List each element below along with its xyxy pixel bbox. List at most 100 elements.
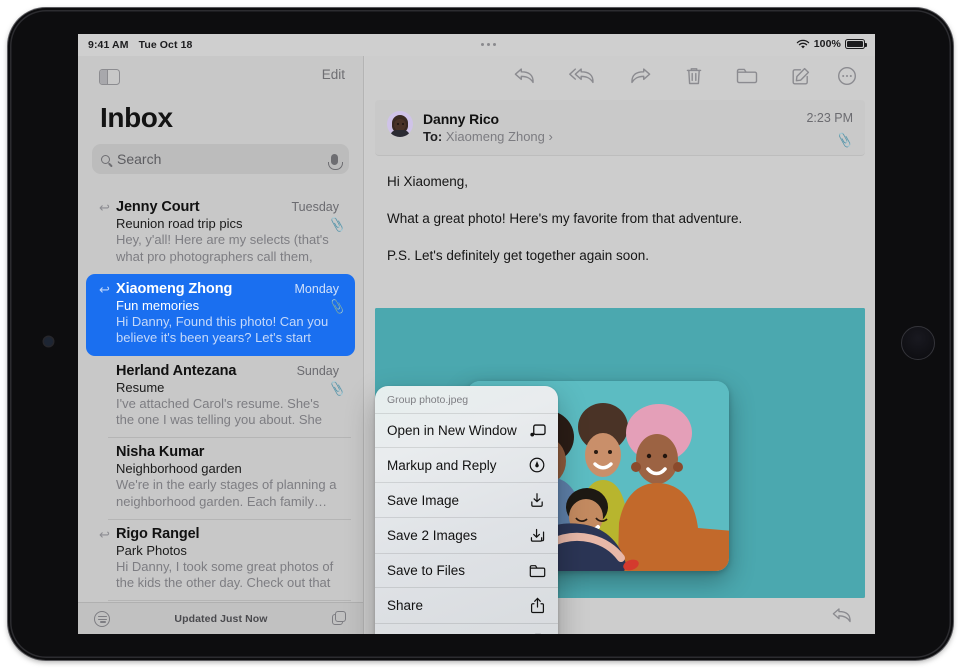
open-in-new-window-icon bbox=[528, 423, 546, 438]
edit-button[interactable]: Edit bbox=[322, 67, 345, 82]
replied-arrow-icon: ↩ bbox=[99, 281, 110, 297]
message-subject: Fun memories bbox=[116, 297, 200, 313]
context-menu-item-label: Save 2 Images bbox=[387, 528, 478, 543]
message-item-top-line: Jenny Court Tuesday bbox=[116, 199, 339, 215]
body-paragraph: What a great photo! Here's my favorite f… bbox=[387, 210, 743, 226]
message-toolbar-right bbox=[791, 56, 857, 100]
markup-pen-icon bbox=[528, 457, 546, 473]
wifi-icon bbox=[796, 39, 809, 48]
status-date: Tue Oct 18 bbox=[138, 39, 193, 51]
status-bar-left: 9:41 AM Tue Oct 18 bbox=[88, 39, 192, 51]
message-preview: Hey, y'all! Here are my selects (that's … bbox=[116, 232, 329, 266]
message-sender: Nisha Kumar bbox=[116, 444, 205, 461]
forward-arrow-icon[interactable] bbox=[629, 67, 652, 90]
to-label: To: bbox=[423, 128, 443, 144]
replied-arrow-icon: ↩ bbox=[99, 200, 110, 215]
body-paragraph: P.S. Let's definitely get together again… bbox=[387, 247, 650, 263]
replied-arrow-icon: ↩ bbox=[99, 526, 110, 542]
message-list-item[interactable]: Nisha Kumar Neighborhood garden We're in t… bbox=[86, 437, 355, 518]
trash-icon[interactable] bbox=[685, 66, 703, 91]
mailbox-update-status: Updated Just Now bbox=[174, 612, 268, 625]
reply-all-arrow-icon[interactable] bbox=[569, 67, 596, 90]
context-menu-items[interactable]: Open in New Window Markup and Reply Save I… bbox=[375, 414, 558, 634]
context-menu-item-label: Save Image bbox=[387, 492, 460, 508]
search-icon bbox=[101, 154, 110, 164]
message-preview: We're in the early stages of planning a … bbox=[116, 477, 337, 510]
message-header[interactable]: Danny Rico To: Xiaomeng Zhong › 2:23 PM … bbox=[375, 100, 865, 156]
sidebar-bottom-bar: Updated Just Now bbox=[78, 602, 363, 634]
message-item-top-line: Xiaomeng Zhong Monday bbox=[116, 281, 339, 297]
ipad-screen: 9:41 AM Tue Oct 18 100% Edit Inbox Searc… bbox=[78, 34, 875, 634]
filter-icon[interactable] bbox=[94, 610, 110, 627]
context-menu-item-markup-and-reply[interactable]: Markup and Reply bbox=[375, 448, 558, 483]
status-time: 9:41 AM bbox=[88, 39, 129, 51]
attachment-context-menu[interactable]: Group photo.jpeg Open in New Window Marku… bbox=[375, 386, 558, 634]
paperclip-icon: 📎 bbox=[836, 131, 854, 149]
search-container bbox=[78, 144, 363, 184]
message-sender: Jenny Court bbox=[116, 199, 200, 215]
sidebar-top-bar: Edit bbox=[78, 56, 363, 100]
ipad-device-frame: 9:41 AM Tue Oct 18 100% Edit Inbox Searc… bbox=[8, 8, 953, 660]
message-preview: Hi Danny, I took some great photos of th… bbox=[116, 558, 334, 593]
message-list-item[interactable]: ↩ Rigo Rangel Park Photos Hi Danny, I took … bbox=[86, 518, 355, 601]
reply-arrow-icon[interactable] bbox=[513, 67, 536, 90]
battery-full-icon bbox=[845, 39, 867, 49]
paperclip-icon: 📎 bbox=[328, 216, 347, 234]
context-menu-title: Group photo.jpeg bbox=[375, 386, 558, 414]
message-subject: Park Photos bbox=[116, 542, 187, 558]
paperclip-icon: 📎 bbox=[328, 298, 347, 316]
message-subject: Neighborhood garden bbox=[116, 461, 242, 477]
search-field[interactable] bbox=[92, 144, 349, 174]
folder-icon bbox=[528, 564, 546, 578]
save-image-icon bbox=[528, 492, 546, 508]
context-menu-item-label: Markup and Reply bbox=[387, 457, 497, 473]
folder-icon[interactable] bbox=[736, 67, 758, 90]
body-paragraph: Hi Xiaomeng, bbox=[387, 174, 469, 189]
message-header-text: Danny Rico To: Xiaomeng Zhong › bbox=[423, 111, 806, 144]
message-subject: Resume bbox=[116, 379, 165, 395]
chevron-right-icon[interactable]: › bbox=[549, 129, 553, 144]
page-title: Inbox bbox=[100, 102, 173, 133]
message-toolbar-actions bbox=[513, 56, 758, 100]
message-time: 2:23 PM bbox=[806, 111, 853, 125]
context-menu-item-save-2-images[interactable]: Save 2 Images bbox=[375, 518, 558, 554]
mailbox-sidebar: Edit Inbox ↩ 📎 Jenny Court Tuesday Reunion r… bbox=[78, 56, 364, 634]
message-sender: Danny Rico bbox=[423, 111, 500, 127]
sidebar-toggle-icon[interactable] bbox=[99, 69, 120, 85]
battery-percentage: 100% bbox=[813, 38, 841, 50]
context-menu-item-save-image[interactable]: Save Image bbox=[375, 483, 558, 518]
search-input[interactable] bbox=[117, 151, 331, 167]
message-list-item[interactable]: ↩ 📎 Xiaomeng Zhong Monday Fun memories Hi Dan… bbox=[86, 273, 355, 356]
microphone-icon[interactable] bbox=[327, 153, 343, 170]
new-window-icon[interactable] bbox=[331, 611, 347, 626]
context-menu-item-open-in-new-window[interactable]: Open in New Window bbox=[375, 414, 558, 448]
share-icon bbox=[528, 597, 546, 614]
multitasking-dots-icon[interactable] bbox=[481, 43, 496, 46]
context-menu-item-share[interactable]: Share bbox=[375, 588, 558, 624]
message-list[interactable]: ↩ 📎 Jenny Court Tuesday Reunion road trip pi… bbox=[78, 192, 363, 602]
paperclip-icon: 📎 bbox=[328, 380, 347, 397]
context-menu-item-copy[interactable]: Copy bbox=[375, 624, 558, 634]
message-subject: Reunion road trip pics bbox=[116, 216, 243, 231]
message-recipient-line[interactable]: To: Xiaomeng Zhong › bbox=[423, 129, 806, 144]
message-sender: Herland Antezana bbox=[116, 362, 237, 379]
message-item-top-line: Rigo Rangel bbox=[116, 526, 339, 542]
message-body: Hi Xiaomeng, What a great photo! Here's … bbox=[365, 156, 875, 265]
message-list-item[interactable]: 📎 Herland Antezana Sunday Resume I've attach… bbox=[86, 356, 355, 438]
ellipsis-circle-icon[interactable] bbox=[837, 66, 857, 91]
front-camera-icon bbox=[44, 337, 53, 346]
message-date: Sunday bbox=[296, 363, 339, 378]
compose-pencil-icon[interactable] bbox=[791, 66, 811, 91]
context-menu-item-label: Save to Files bbox=[387, 563, 466, 578]
status-bar-right: 100% bbox=[796, 38, 867, 50]
message-header-meta: 2:23 PM 📎 bbox=[806, 111, 854, 149]
status-bar: 9:41 AM Tue Oct 18 100% bbox=[78, 34, 875, 56]
message-list-item[interactable]: ↩ 📎 Jenny Court Tuesday Reunion road trip pi… bbox=[86, 192, 355, 274]
memoji-avatar bbox=[387, 111, 413, 137]
context-menu-item-label: Share bbox=[387, 598, 424, 613]
reply-arrow-icon[interactable] bbox=[831, 607, 853, 629]
message-sender: Rigo Rangel bbox=[116, 525, 200, 542]
context-menu-item-save-to-files[interactable]: Save to Files bbox=[375, 554, 558, 588]
copy-icon bbox=[528, 633, 546, 634]
home-button[interactable] bbox=[901, 326, 935, 360]
